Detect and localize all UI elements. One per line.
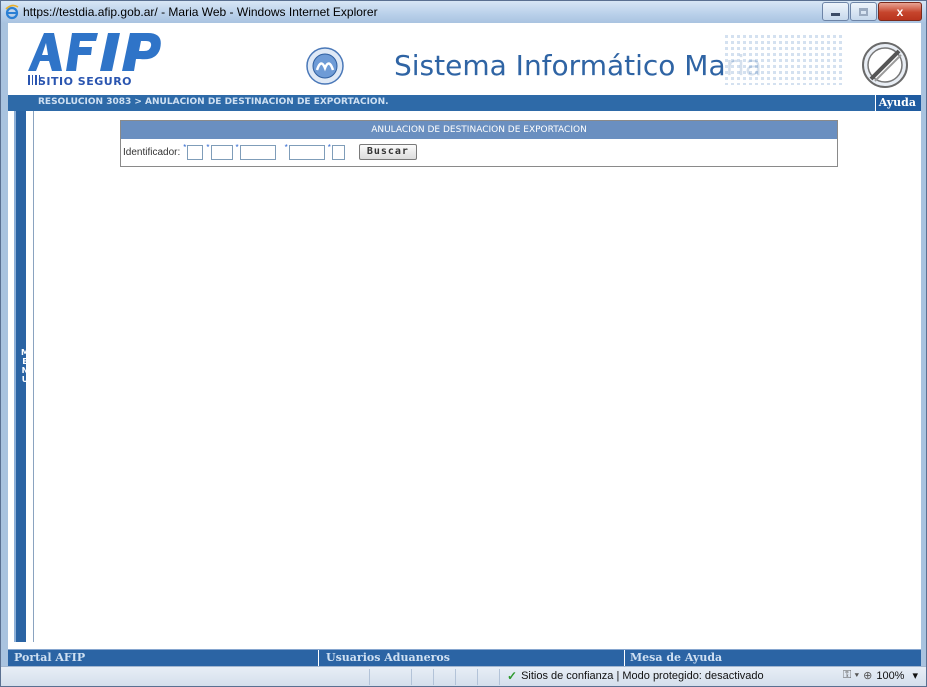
panel-title: ANULACION DE DESTINACION DE EXPORTACION <box>121 121 837 139</box>
close-icon: x <box>896 4 904 19</box>
required-marker: * <box>183 143 187 152</box>
zoom-control[interactable]: ⊕ 100% ▾ <box>863 669 918 683</box>
identifier-field-4[interactable] <box>288 144 325 160</box>
internet-explorer-icon <box>5 4 19 20</box>
site-header: SITIO SEGURO Sistema Informático Maria <box>8 23 921 95</box>
afip-stamp-icon <box>862 42 908 88</box>
page-content: SITIO SEGURO Sistema Informático Maria R… <box>8 23 921 666</box>
status-cell <box>499 669 500 685</box>
status-bar: ✓ Sitios de confianza | Modo protegido: … <box>1 666 926 686</box>
footer-separator <box>318 650 319 666</box>
checkmark-icon: ✓ <box>507 669 518 683</box>
status-cell <box>477 669 478 685</box>
footer-link-portal-afip[interactable]: Portal AFIP <box>14 651 85 664</box>
minimize-button[interactable] <box>822 2 849 21</box>
side-menu-divider <box>33 111 34 642</box>
breadcrumb-bar: RESOLUCION 3083 > ANULACION DE DESTINACI… <box>8 95 921 111</box>
title-bar[interactable]: https://testdia.afip.gob.ar/ - Maria Web… <box>1 1 926 23</box>
status-cell <box>455 669 456 685</box>
identifier-row: Identificador: * * * * * Buscar <box>121 143 417 160</box>
window-controls: x <box>821 2 922 21</box>
identifier-field-3[interactable] <box>239 144 276 160</box>
lock-dropdown-icon[interactable]: ⚿ ▾ <box>843 669 859 682</box>
identifier-label: Identificador: <box>123 146 181 158</box>
identifier-field-5[interactable] <box>331 144 345 160</box>
required-marker: * <box>327 143 331 152</box>
logo-secure-site-text: SITIO SEGURO <box>38 75 133 88</box>
search-button[interactable]: Buscar <box>358 144 417 160</box>
footer-link-mesa-de-ayuda[interactable]: Mesa de Ayuda <box>630 651 722 664</box>
security-zone-text: Sitios de confianza | Modo protegido: de… <box>521 670 764 682</box>
breadcrumb[interactable]: RESOLUCION 3083 > ANULACION DE DESTINACI… <box>38 97 389 107</box>
minimize-icon <box>831 13 840 16</box>
identifier-field-2[interactable] <box>210 144 233 160</box>
maria-seal-icon <box>306 47 344 85</box>
magnifier-icon: ⊕ <box>863 670 873 682</box>
side-menu[interactable]: M E N U <box>8 111 34 642</box>
status-cell <box>369 669 370 685</box>
help-link[interactable]: Ayuda <box>875 95 921 111</box>
security-zone[interactable]: ✓ Sitios de confianza | Modo protegido: … <box>507 669 764 683</box>
identifier-field-1[interactable] <box>187 144 204 160</box>
required-marker: * <box>235 143 239 152</box>
footer-link-usuarios-aduaneros[interactable]: Usuarios Aduaneros <box>326 651 450 664</box>
zoom-level: 100% <box>876 669 905 682</box>
required-marker: * <box>206 143 210 152</box>
browser-window: https://testdia.afip.gob.ar/ - Maria Web… <box>0 0 927 687</box>
window-title: https://testdia.afip.gob.ar/ - Maria Web… <box>23 5 378 19</box>
maximize-button[interactable] <box>850 2 877 21</box>
header-decorative-pattern <box>725 35 842 85</box>
footer-separator <box>624 650 625 666</box>
status-cell <box>433 669 434 685</box>
system-title: Sistema Informático Maria <box>394 49 763 82</box>
maximize-icon <box>859 7 868 16</box>
zoom-dropdown-icon[interactable]: ▾ <box>912 669 918 682</box>
close-button[interactable]: x <box>878 2 922 21</box>
footer-nav: Portal AFIP Usuarios Aduaneros Mesa de A… <box>8 649 921 666</box>
status-right-controls: ⚿ ▾ ⊕ 100% ▾ <box>843 669 918 682</box>
side-menu-label[interactable]: M E N U <box>20 348 30 384</box>
required-marker: * <box>284 143 288 152</box>
status-cell <box>411 669 412 685</box>
cancellation-form-panel: ANULACION DE DESTINACION DE EXPORTACION … <box>120 120 838 167</box>
